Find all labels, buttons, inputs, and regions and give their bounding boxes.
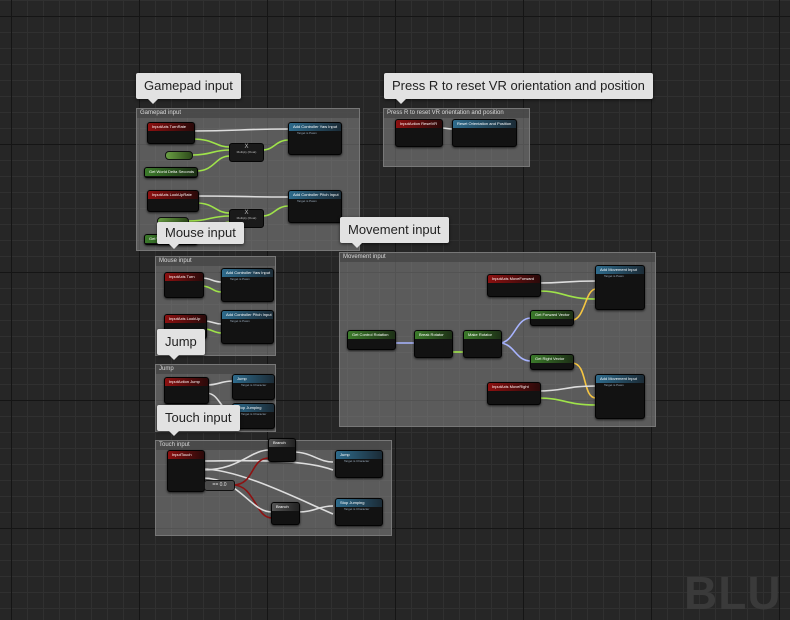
blueprint-watermark: BLU — [684, 567, 782, 619]
node-title: InputAxis Turn — [165, 273, 203, 281]
pure-node-get-world-delta[interactable]: Get World Delta Seconds — [144, 167, 198, 178]
multiply-subtitle: Multiply (Float) — [236, 216, 257, 220]
node-title: Get Control Rotation — [348, 331, 395, 339]
node-title: InputAxis LookUp — [165, 315, 206, 323]
node-target: Target is Character — [241, 383, 267, 387]
multiply-subtitle: Multiply (Float) — [236, 150, 257, 154]
node-title: Get World Delta Seconds — [145, 168, 197, 176]
event-node-jump[interactable]: InputAction Jump — [164, 377, 209, 404]
event-node-move-forward[interactable]: InputAxis MoveForward — [487, 274, 541, 297]
function-node-reset-orientation[interactable]: Reset Orientation and Position — [452, 119, 517, 147]
compare-node[interactable]: == 0.0 — [204, 480, 235, 491]
branch-node-top[interactable]: Branch — [268, 438, 296, 462]
node-target: Target is Pawn — [604, 383, 624, 387]
node-title: InputTouch — [168, 451, 204, 459]
function-node-add-movement-right[interactable]: Add Movement Input Target is Pawn — [595, 374, 645, 419]
node-target: Target is Pawn — [604, 274, 624, 278]
node-title: InputAxis LookUpRate — [148, 191, 198, 199]
event-node-input-touch[interactable]: InputTouch — [167, 450, 205, 492]
node-title: Branch — [272, 503, 299, 511]
function-node-stop-jumping[interactable]: Stop Jumping Target is Character — [335, 498, 383, 526]
comment-title: Gamepad input — [137, 109, 359, 118]
function-node-jump[interactable]: Jump Target is Character — [232, 374, 275, 400]
comment-bubble-reset[interactable]: Press R to reset VR orientation and posi… — [384, 73, 653, 104]
pure-node-break-rotator[interactable]: Break Rotator — [414, 330, 453, 358]
function-node-jump[interactable]: Jump Target is Character — [335, 450, 383, 478]
node-target: Target is Pawn — [230, 319, 250, 323]
function-node-add-movement-forward[interactable]: Add Movement Input Target is Pawn — [595, 265, 645, 310]
branch-node-bottom[interactable]: Branch — [271, 502, 300, 525]
comment-bubble-mouse[interactable]: Mouse input — [157, 222, 244, 249]
node-title: Get Forward Vector — [531, 311, 573, 319]
node-title: Add Controller Yaw Input — [222, 269, 273, 277]
function-node-add-yaw[interactable]: Add Controller Yaw Input Target is Pawn — [288, 122, 342, 155]
comment-title: Mouse input — [156, 257, 275, 266]
node-title: Add Controller Yaw Input — [289, 123, 341, 131]
comment-bubble-touch[interactable]: Touch input — [157, 405, 240, 436]
node-title: Get Right Vector — [531, 355, 573, 363]
node-title: InputAxis MoveForward — [488, 275, 540, 283]
float-reroute-node[interactable] — [165, 151, 193, 160]
node-target: Target is Character — [344, 507, 370, 511]
node-title: Jump — [233, 375, 274, 383]
multiply-node[interactable]: X Multiply (Float) — [229, 143, 264, 162]
node-title: Add Controller Pitch Input — [222, 311, 273, 319]
function-node-add-pitch[interactable]: Add Controller Pitch Input Target is Paw… — [221, 310, 274, 344]
event-node-reset-vr[interactable]: InputAction ResetVR — [395, 119, 443, 147]
event-node-turn-rate[interactable]: InputAxis TurnRate — [147, 122, 195, 144]
comment-title: Press R to reset VR orientation and posi… — [384, 109, 529, 118]
comment-title: Movement input — [340, 253, 655, 262]
node-title: Add Controller Pitch Input — [289, 191, 341, 199]
comment-bubble-movement[interactable]: Movement input — [340, 217, 449, 248]
node-title: Break Rotator — [415, 331, 452, 339]
node-title: Add Movement Input — [596, 375, 644, 383]
node-title: Add Movement Input — [596, 266, 644, 274]
node-title: InputAction ResetVR — [396, 120, 442, 128]
pure-node-make-rotator[interactable]: Make Rotator — [463, 330, 502, 358]
node-title: InputAxis TurnRate — [148, 123, 194, 131]
pure-node-get-right-vector[interactable]: Get Right Vector — [530, 354, 574, 370]
pure-node-get-forward-vector[interactable]: Get Forward Vector — [530, 310, 574, 326]
comment-bubble-jump[interactable]: Jump — [157, 329, 205, 360]
event-node-move-right[interactable]: InputAxis MoveRight — [487, 382, 541, 405]
node-title: InputAction Jump — [165, 378, 208, 386]
node-target: Target is Character — [344, 459, 370, 463]
event-node-lookup-rate[interactable]: InputAxis LookUpRate — [147, 190, 199, 212]
node-target: Target is Pawn — [297, 131, 317, 135]
node-title: Make Rotator — [464, 331, 501, 339]
node-target: Target is Pawn — [297, 199, 317, 203]
node-target: Target is Pawn — [230, 277, 250, 281]
function-node-add-pitch[interactable]: Add Controller Pitch Input Target is Paw… — [288, 190, 342, 223]
comment-bubble-gamepad[interactable]: Gamepad input — [136, 73, 241, 104]
node-title: Jump — [336, 451, 382, 459]
function-node-add-yaw[interactable]: Add Controller Yaw Input Target is Pawn — [221, 268, 274, 302]
comment-title: Jump — [156, 365, 275, 374]
pure-node-get-control-rotation[interactable]: Get Control Rotation — [347, 330, 396, 350]
node-title: Reset Orientation and Position — [453, 120, 516, 128]
node-title: Branch — [269, 439, 295, 447]
event-node-turn[interactable]: InputAxis Turn — [164, 272, 204, 298]
node-title: Stop Jumping — [336, 499, 382, 507]
node-title: InputAxis MoveRight — [488, 383, 540, 391]
